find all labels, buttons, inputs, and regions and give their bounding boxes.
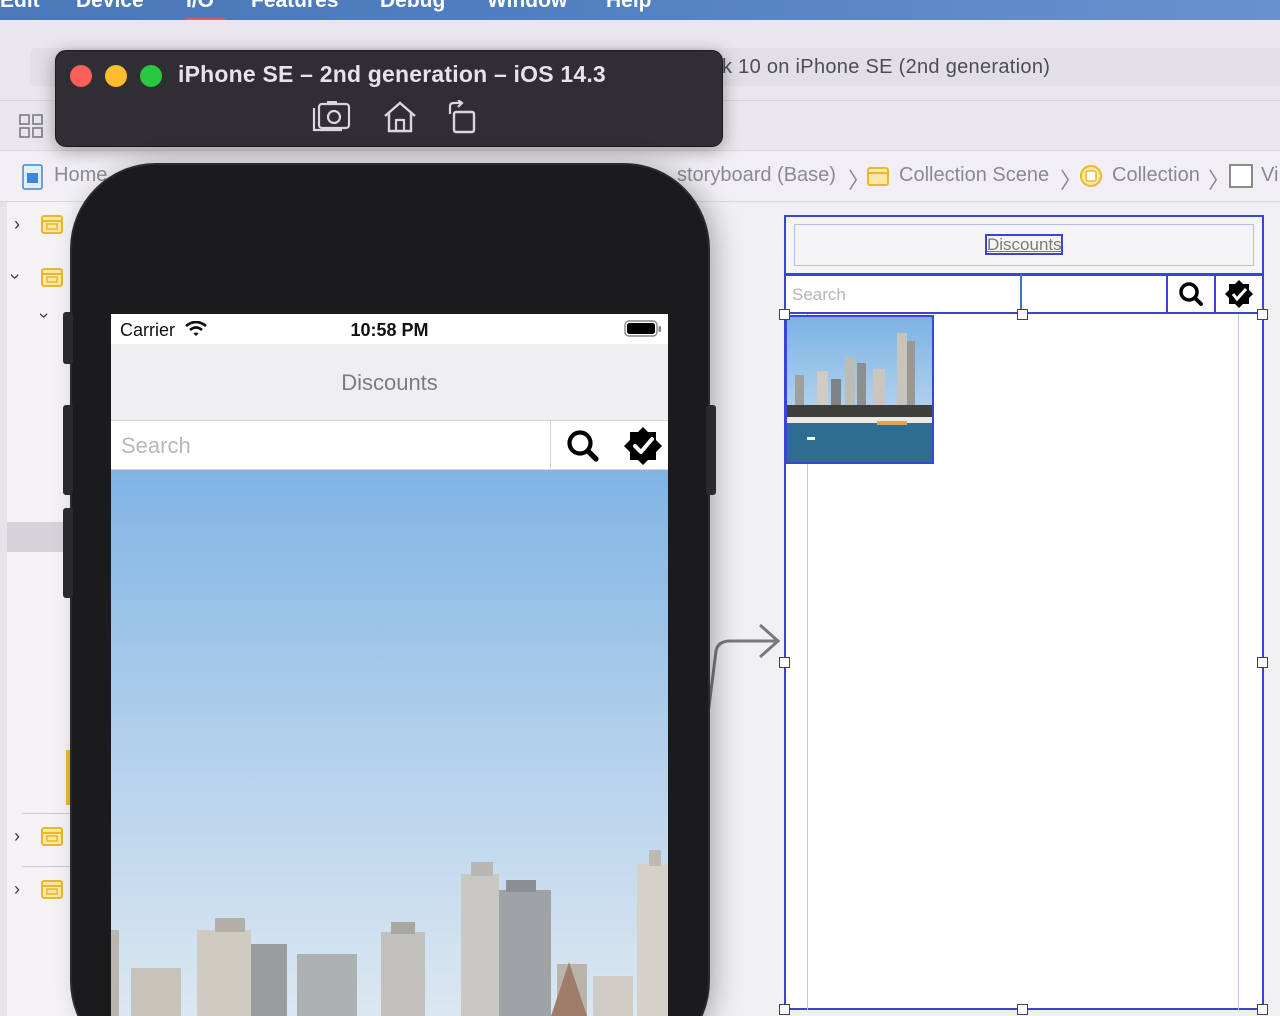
search-icon[interactable]: [561, 425, 605, 467]
resize-handle[interactable]: [1017, 309, 1028, 320]
storyboard-collection-cell[interactable]: [785, 315, 934, 464]
jumpbar-item-storyboard[interactable]: storyboard (Base): [677, 164, 836, 187]
storyboard-title-label[interactable]: Discounts: [985, 234, 1063, 255]
layout-guide-right: [1238, 314, 1239, 1010]
power-button: [706, 405, 716, 495]
activity-status-text: k 10 on iPhone SE (2nd generation): [722, 56, 1051, 78]
screenshot-icon[interactable]: [312, 100, 352, 134]
jumpbar-item-home[interactable]: Home: [54, 164, 107, 187]
close-window-button[interactable]: [70, 65, 92, 87]
scene-icon: [41, 215, 63, 234]
storyboard-search-button[interactable]: [1166, 274, 1216, 314]
menu-device[interactable]: Device: [76, 0, 144, 13]
menu-edit[interactable]: Edit: [0, 0, 40, 13]
disclosure-right-icon[interactable]: ›: [14, 214, 20, 235]
resize-handle[interactable]: [1257, 309, 1268, 320]
simulator-window-title: iPhone SE – 2nd generation – iOS 14.3: [178, 61, 606, 87]
menu-features[interactable]: Features: [251, 0, 339, 13]
rotate-icon[interactable]: [446, 100, 480, 134]
status-time: 10:58 PM: [350, 320, 429, 340]
disclosure-down-icon[interactable]: ›: [34, 313, 55, 319]
jumpbar-item-view[interactable]: Vi: [1261, 164, 1278, 187]
disclosure-right-icon[interactable]: ›: [14, 879, 20, 900]
zoom-window-button[interactable]: [140, 65, 162, 87]
nav-title: Discounts: [341, 370, 438, 395]
mute-switch: [63, 312, 73, 364]
resize-handle[interactable]: [779, 309, 790, 320]
verified-badge-icon: [1225, 280, 1253, 308]
scene-icon: [867, 167, 889, 186]
volume-down-button: [63, 508, 73, 598]
scene-icon: [41, 827, 63, 846]
city-skyline-image[interactable]: [111, 470, 668, 1016]
storyboard-search-placeholder: Search: [792, 285, 846, 304]
storyboard-search-divider: [1020, 274, 1022, 314]
menu-io[interactable]: I/O: [186, 0, 214, 13]
search-input[interactable]: Search: [111, 421, 551, 469]
verified-badge-icon[interactable]: [619, 424, 667, 468]
device-screen[interactable]: Carrier 10:58 PM Discounts Search: [111, 314, 668, 1016]
jumpbar-item-scene[interactable]: Collection Scene: [899, 164, 1049, 187]
disclosure-down-icon[interactable]: ›: [5, 274, 26, 280]
menu-window[interactable]: Window: [487, 0, 567, 13]
menu-help[interactable]: Help: [606, 0, 652, 13]
menu-debug[interactable]: Debug: [380, 0, 445, 13]
resize-handle[interactable]: [1257, 657, 1268, 668]
city-skyline-photo: [111, 470, 668, 1016]
home-icon[interactable]: [382, 100, 418, 134]
jumpbar-item-collection[interactable]: Collection: [1112, 164, 1200, 187]
resize-handle[interactable]: [1017, 1004, 1028, 1015]
outline-divider: [22, 866, 72, 867]
volume-up-button: [63, 405, 73, 495]
initial-view-controller-arrow-icon[interactable]: [700, 615, 784, 735]
disclosure-right-icon[interactable]: ›: [14, 826, 20, 847]
resize-handle[interactable]: [1257, 1004, 1268, 1015]
search-icon: [1179, 282, 1203, 306]
scene-icon: [41, 880, 63, 899]
outline-divider: [22, 813, 72, 814]
project-file-icon: [22, 164, 43, 190]
status-bar: Carrier 10:58 PM: [111, 314, 668, 344]
view-controller-icon: [1080, 165, 1102, 187]
outline-gutter: [0, 202, 7, 1016]
minimize-window-button[interactable]: [105, 65, 127, 87]
storyboard-verified-button[interactable]: [1214, 274, 1264, 314]
search-placeholder: Search: [121, 433, 191, 458]
jumpbar-chevron-icon: 〉: [1208, 168, 1231, 193]
resize-handle[interactable]: [779, 1004, 790, 1015]
battery-icon: [624, 320, 661, 337]
menu-bar: Edit Device I/O Features Debug Window He…: [0, 0, 1280, 20]
scene-icon: [41, 268, 63, 287]
cell-city-image: [787, 317, 932, 462]
search-bar-row: Search: [111, 420, 668, 470]
related-items-icon[interactable]: [19, 114, 43, 138]
view-icon: [1229, 164, 1253, 188]
